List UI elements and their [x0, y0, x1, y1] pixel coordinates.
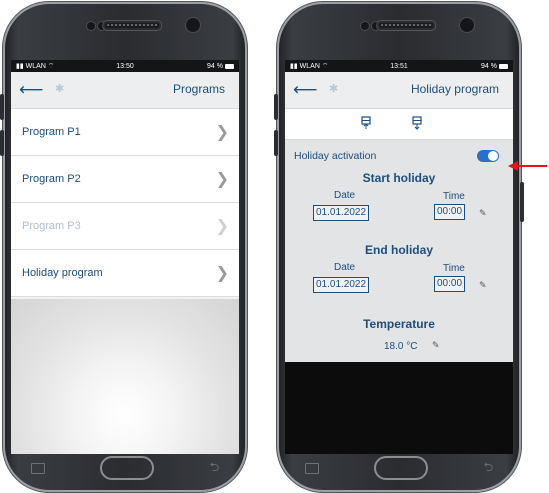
page-title: Programs [172, 82, 225, 96]
recent-apps-icon[interactable] [30, 462, 45, 474]
holiday-settings: Holiday activation Start holiday Date Ti… [285, 140, 513, 395]
sensor-icon [86, 21, 96, 31]
clock: 13:50 [116, 62, 134, 70]
arrow-left-icon[interactable]: ⟵ [293, 80, 317, 100]
program-label: Holiday program [22, 267, 103, 279]
chevron-right-icon: ❯ [215, 171, 229, 188]
volume-button [274, 130, 278, 156]
volume-button [274, 94, 278, 120]
phone-left: ▮▮ WLAN ⌔ 13:50 94 % ⟵ ✱ Programs Progra… [0, 2, 247, 492]
front-camera-icon [185, 17, 201, 33]
speaker-grille [102, 20, 163, 31]
status-bar: ▮▮ WLAN ⌔ 13:50 94 % [11, 60, 239, 72]
screen: ▮▮ WLAN ⌔ 13:51 94 % ⟵ ✱ Holiday program [285, 60, 513, 454]
start-time-label: Time [443, 191, 465, 202]
bluetooth-icon: ✱ [55, 83, 65, 95]
program-item-p1[interactable]: Program P1 ❯ [11, 109, 239, 156]
empty-screen-area [285, 362, 513, 454]
battery-icon [499, 63, 508, 69]
temperature-value: 18.0 °C [384, 341, 418, 352]
program-label: Program P3 [22, 220, 81, 232]
program-item-p2[interactable]: Program P2 ❯ [11, 156, 239, 203]
end-time-field[interactable]: 00:00 [434, 276, 466, 292]
program-item-holiday[interactable]: Holiday program ❯ [11, 250, 239, 297]
transfer-toolbar [285, 109, 513, 140]
back-nav-icon[interactable]: ⮌ [484, 458, 494, 479]
end-date-label: Date [334, 262, 356, 273]
battery-indicator: 94 % [481, 63, 508, 70]
chevron-right-icon: ❯ [215, 265, 229, 282]
arrow-shaft [517, 165, 547, 167]
end-time-label: Time [443, 263, 465, 274]
back-nav-icon[interactable]: ⮌ [210, 458, 220, 479]
edit-pencil-icon[interactable]: ✎ [479, 280, 487, 291]
download-thermostat-icon[interactable] [412, 116, 422, 130]
network-label: ▮▮ WLAN ⌔ [290, 62, 329, 70]
end-date-field[interactable]: 01.01.2022 [313, 277, 370, 293]
battery-icon [225, 63, 234, 69]
temperature-heading: Temperature [363, 317, 435, 331]
start-date-field[interactable]: 01.01.2022 [313, 205, 370, 221]
upload-thermostat-icon[interactable] [361, 116, 371, 130]
toggle-knob [488, 151, 498, 161]
network-label: ▮▮ WLAN ⌔ [16, 62, 55, 70]
front-camera-icon [459, 17, 475, 33]
arrow-head [508, 161, 518, 171]
volume-button [0, 130, 4, 156]
edit-pencil-icon[interactable]: ✎ [479, 208, 487, 219]
speaker-grille [376, 20, 437, 31]
app-header: ⟵ ✱ Programs [11, 72, 239, 109]
arrow-left-icon[interactable]: ⟵ [19, 80, 43, 100]
program-label: Program P1 [22, 126, 81, 138]
recent-apps-icon[interactable] [304, 462, 319, 474]
program-label: Program P2 [22, 173, 81, 185]
home-button[interactable] [100, 456, 155, 480]
start-time-field[interactable]: 00:00 [434, 204, 466, 220]
status-bar: ▮▮ WLAN ⌔ 13:51 94 % [285, 60, 513, 72]
holiday-activation-toggle[interactable] [477, 150, 499, 162]
phone-nav-bar: ⮌ [3, 444, 247, 492]
home-button[interactable] [374, 456, 429, 480]
volume-button [0, 94, 4, 120]
program-item-p3: Program P3 ❯ [11, 203, 239, 250]
page-title: Holiday program [410, 82, 499, 96]
holiday-activation-label: Holiday activation [294, 150, 377, 162]
bluetooth-icon: ✱ [329, 83, 339, 95]
phone-right: ▮▮ WLAN ⌔ 13:51 94 % ⟵ ✱ Holiday program [274, 2, 524, 492]
edit-pencil-icon[interactable]: ✎ [432, 340, 440, 351]
power-button [520, 182, 524, 222]
start-holiday-heading: Start holiday [362, 171, 436, 185]
start-date-label: Date [334, 190, 356, 201]
chevron-right-icon: ❯ [215, 218, 229, 235]
phone-nav-bar: ⮌ [277, 444, 521, 492]
sensor-icon [360, 21, 370, 31]
program-list: Program P1 ❯ Program P2 ❯ Program P3 ❯ H… [11, 109, 239, 297]
app-header: ⟵ ✱ Holiday program [285, 72, 513, 109]
screen: ▮▮ WLAN ⌔ 13:50 94 % ⟵ ✱ Programs Progra… [11, 60, 239, 454]
clock: 13:51 [390, 62, 408, 70]
end-holiday-heading: End holiday [364, 243, 433, 257]
background-gradient [11, 299, 239, 454]
battery-indicator: 94 % [207, 63, 234, 70]
chevron-right-icon: ❯ [215, 124, 229, 141]
